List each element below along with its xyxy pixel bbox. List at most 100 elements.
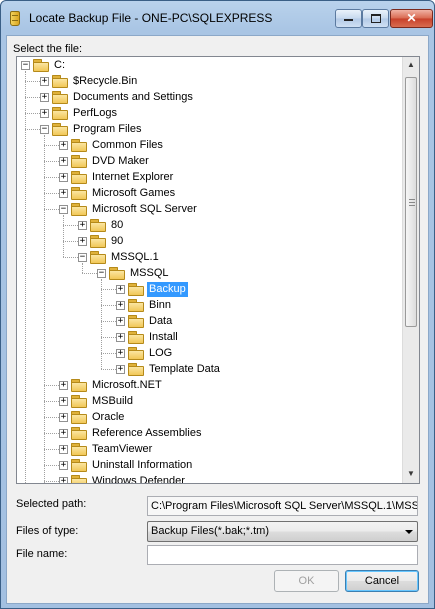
tree-connector: [44, 135, 45, 483]
expand-icon[interactable]: +: [59, 429, 68, 438]
tree-connector: [44, 193, 59, 194]
file-name-label: File name:: [16, 548, 68, 560]
expand-icon[interactable]: +: [59, 461, 68, 470]
expand-icon[interactable]: +: [116, 301, 125, 310]
expand-icon[interactable]: +: [116, 349, 125, 358]
ok-button[interactable]: OK: [274, 570, 339, 592]
folder-icon: [71, 459, 87, 472]
folder-icon: [52, 107, 68, 120]
folder-icon: [71, 203, 87, 216]
tree-node-label: Data: [149, 315, 173, 327]
tree-node-label: Oracle: [92, 411, 125, 423]
tree-connector: [44, 177, 59, 178]
collapse-icon[interactable]: −: [40, 125, 49, 134]
expand-icon[interactable]: +: [116, 285, 125, 294]
folder-icon: [128, 363, 144, 376]
tree-connector: [44, 449, 59, 450]
files-of-type-dropdown[interactable]: Backup Files(*.bak;*.tm): [147, 521, 418, 542]
scroll-down-arrow-icon[interactable]: ▼: [403, 466, 419, 482]
folder-icon: [128, 347, 144, 360]
expand-icon[interactable]: +: [59, 141, 68, 150]
folder-icon: [128, 331, 144, 344]
collapse-icon[interactable]: −: [21, 61, 30, 70]
folder-icon: [90, 219, 106, 232]
folder-icon: [109, 267, 125, 280]
dialog-body: Select the file: − C: + $Recycle.Bin + Docume…: [6, 35, 429, 604]
folder-tree[interactable]: − C: + $Recycle.Bin + Documents and Settings +…: [16, 56, 420, 484]
expand-icon[interactable]: +: [40, 77, 49, 86]
tree-node-label: Backup: [147, 282, 188, 297]
tree-connector: [44, 401, 59, 402]
expand-icon[interactable]: +: [116, 365, 125, 374]
expand-icon[interactable]: +: [59, 173, 68, 182]
folder-icon: [33, 59, 49, 72]
expand-icon[interactable]: +: [78, 221, 87, 230]
file-name-input[interactable]: [147, 545, 418, 565]
tree-vertical-scrollbar[interactable]: ▲ ▼: [402, 57, 419, 483]
collapse-icon[interactable]: −: [78, 253, 87, 262]
tree-node-label: Reference Assemblies: [92, 427, 202, 439]
expand-icon[interactable]: +: [59, 397, 68, 406]
tree-node-label: Uninstall Information: [92, 459, 193, 471]
tree-node-label: Microsoft.NET: [92, 379, 162, 391]
tree-connector: [82, 273, 97, 274]
tree-node-label: Windows Defender: [92, 475, 185, 483]
folder-icon: [52, 75, 68, 88]
folder-icon: [128, 283, 144, 296]
tree-node-label: Binn: [149, 299, 172, 311]
expand-icon[interactable]: +: [40, 109, 49, 118]
selected-path-field[interactable]: C:\Program Files\Microsoft SQL Server\MS…: [147, 496, 418, 516]
files-of-type-label: Files of type:: [16, 525, 79, 537]
tree-node-label: Internet Explorer: [92, 171, 174, 183]
minimize-button[interactable]: [335, 9, 362, 28]
tree-connector: [25, 97, 40, 98]
folder-icon: [71, 139, 87, 152]
tree-connector: [44, 145, 59, 146]
tree-node-label: $Recycle.Bin: [73, 75, 138, 87]
tree-node-label: MSBuild: [92, 395, 133, 407]
tree-connector: [25, 71, 26, 483]
expand-icon[interactable]: +: [59, 157, 68, 166]
scroll-up-arrow-icon[interactable]: ▲: [403, 57, 419, 73]
tree-connector: [101, 305, 116, 306]
expand-icon[interactable]: +: [116, 317, 125, 326]
folder-icon: [71, 443, 87, 456]
tree-node-label: PerfLogs: [73, 107, 118, 119]
tree-node-label: Microsoft SQL Server: [92, 203, 197, 215]
maximize-button[interactable]: [362, 9, 389, 28]
folder-icon: [128, 299, 144, 312]
folder-icon: [71, 411, 87, 424]
tree-node-label: MSSQL.1: [111, 251, 159, 263]
expand-icon[interactable]: +: [59, 445, 68, 454]
cancel-button[interactable]: Cancel: [345, 570, 419, 592]
tree-connector: [63, 225, 78, 226]
minimize-icon: [344, 19, 353, 21]
close-button[interactable]: ✕: [390, 9, 433, 28]
folder-icon: [71, 155, 87, 168]
expand-icon[interactable]: +: [59, 381, 68, 390]
tree-connector: [101, 279, 102, 369]
select-file-label: Select the file:: [13, 43, 83, 55]
title-bar[interactable]: Locate Backup File - ONE-PC\SQLEXPRESS ✕: [1, 1, 434, 35]
collapse-icon[interactable]: −: [97, 269, 106, 278]
expand-icon[interactable]: +: [59, 477, 68, 483]
tree-connector: [44, 465, 59, 466]
collapse-icon[interactable]: −: [59, 205, 68, 214]
window-title: Locate Backup File - ONE-PC\SQLEXPRESS: [29, 11, 273, 25]
expand-icon[interactable]: +: [116, 333, 125, 342]
expand-icon[interactable]: +: [59, 413, 68, 422]
tree-node-label: TeamViewer: [92, 443, 153, 455]
scrollbar-thumb[interactable]: [405, 77, 417, 327]
expand-icon[interactable]: +: [59, 189, 68, 198]
files-of-type-value: Backup Files(*.bak;*.tm): [151, 525, 269, 537]
tree-connector: [101, 369, 116, 370]
tree-connector: [44, 481, 59, 482]
tree-node-label: LOG: [149, 347, 173, 359]
tree-node-label: Install: [149, 331, 178, 343]
tree-node-label: MSSQL: [130, 267, 169, 279]
thumb-grip-line: [409, 202, 415, 203]
expand-icon[interactable]: +: [78, 237, 87, 246]
close-icon: ✕: [406, 11, 417, 25]
tree-node-label: Common Files: [92, 139, 163, 151]
expand-icon[interactable]: +: [40, 93, 49, 102]
